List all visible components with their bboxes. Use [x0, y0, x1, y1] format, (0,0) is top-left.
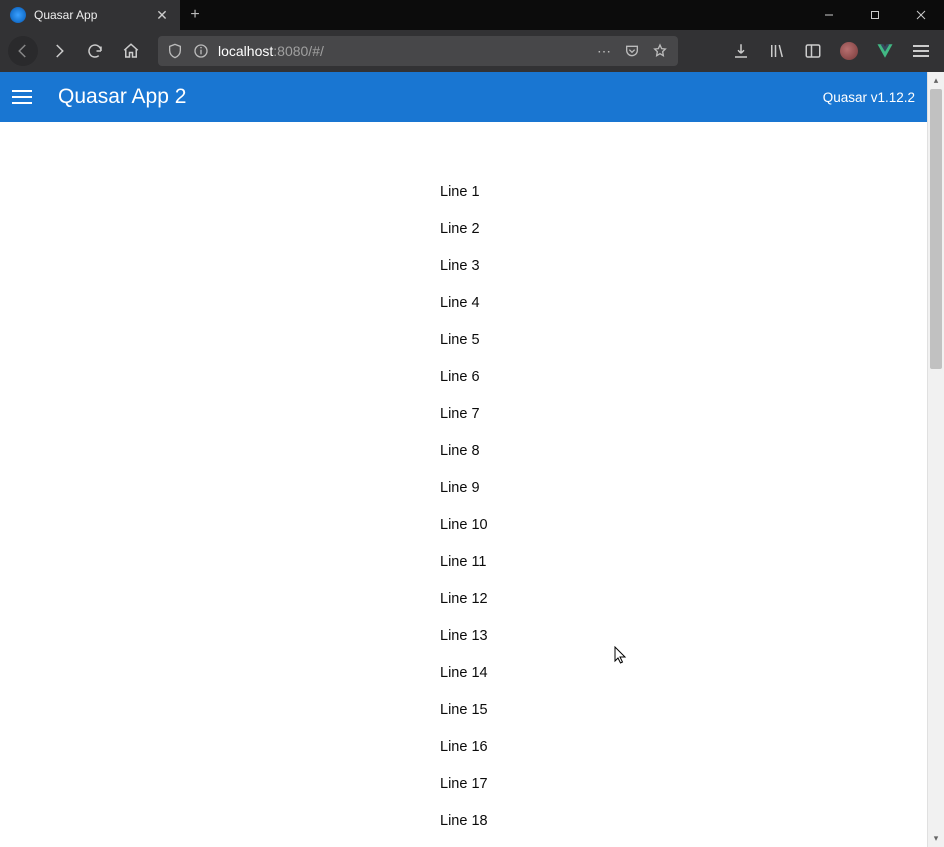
list-item: Line 3: [440, 248, 488, 285]
url-host: localhost: [218, 43, 273, 59]
list-item: Line 19: [440, 840, 488, 847]
scroll-up-icon[interactable]: ▴: [928, 72, 944, 89]
list-item: Line 4: [440, 285, 488, 322]
bookmark-star-icon[interactable]: [650, 43, 670, 59]
url-path: :8080/#/: [273, 43, 324, 59]
list-item: Line 1: [440, 174, 488, 211]
page-actions-icon[interactable]: ⋯: [594, 43, 614, 60]
list-item: Line 14: [440, 655, 488, 692]
close-tab-icon[interactable]: ✕: [154, 7, 170, 23]
site-info-icon[interactable]: [192, 42, 210, 60]
maximize-icon[interactable]: [852, 0, 898, 30]
new-tab-button[interactable]: +: [180, 0, 210, 30]
list-item: Line 6: [440, 359, 488, 396]
list-item: Line 5: [440, 322, 488, 359]
cursor-icon: [614, 646, 628, 666]
tracking-shield-icon[interactable]: [166, 42, 184, 60]
page-content: Quasar App 2 Quasar v1.12.2 Line 1Line 2…: [0, 72, 927, 847]
window-controls: [806, 0, 944, 30]
list-item: Line 12: [440, 581, 488, 618]
back-button[interactable]: [8, 36, 38, 66]
sidebar-toggle-icon[interactable]: [798, 36, 828, 66]
minimize-icon[interactable]: [806, 0, 852, 30]
close-window-icon[interactable]: [898, 0, 944, 30]
window-titlebar: Quasar App ✕ +: [0, 0, 944, 30]
browser-toolbar: localhost:8080/#/ ⋯: [0, 30, 944, 72]
scrollbar-thumb[interactable]: [930, 89, 942, 369]
titlebar-spacer: [210, 0, 806, 30]
list-item: Line 17: [440, 766, 488, 803]
scroll-down-icon[interactable]: ▾: [928, 830, 944, 847]
downloads-icon[interactable]: [726, 36, 756, 66]
list-item: Line 18: [440, 803, 488, 840]
browser-tab[interactable]: Quasar App ✕: [0, 0, 180, 30]
reload-button[interactable]: [80, 36, 110, 66]
list-item: Line 9: [440, 470, 488, 507]
browser-viewport: Quasar App 2 Quasar v1.12.2 Line 1Line 2…: [0, 72, 944, 847]
list-item: Line 16: [440, 729, 488, 766]
url-text: localhost:8080/#/: [218, 43, 586, 59]
forward-button[interactable]: [44, 36, 74, 66]
list-item: Line 15: [440, 692, 488, 729]
scrollbar-track[interactable]: [928, 89, 944, 830]
app-title: Quasar App 2: [58, 85, 186, 109]
library-icon[interactable]: [762, 36, 792, 66]
list-item: Line 7: [440, 396, 488, 433]
app-header: Quasar App 2 Quasar v1.12.2: [0, 72, 927, 122]
url-bar[interactable]: localhost:8080/#/ ⋯: [158, 36, 678, 66]
home-button[interactable]: [116, 36, 146, 66]
list-item: Line 2: [440, 211, 488, 248]
tab-favicon-icon: [10, 7, 26, 23]
vue-devtools-icon[interactable]: [870, 36, 900, 66]
list-item: Line 10: [440, 507, 488, 544]
tab-title: Quasar App: [34, 8, 146, 22]
lines-list: Line 1Line 2Line 3Line 4Line 5Line 6Line…: [440, 174, 488, 847]
pocket-icon[interactable]: [622, 43, 642, 59]
app-menu-icon[interactable]: [906, 36, 936, 66]
vertical-scrollbar[interactable]: ▴ ▾: [927, 72, 944, 847]
drawer-toggle-button[interactable]: [12, 82, 42, 112]
list-item: Line 11: [440, 544, 488, 581]
app-version: Quasar v1.12.2: [823, 90, 915, 105]
list-item: Line 13: [440, 618, 488, 655]
page-body: Line 1Line 2Line 3Line 4Line 5Line 6Line…: [0, 122, 927, 847]
list-item: Line 8: [440, 433, 488, 470]
profile-avatar-icon[interactable]: [834, 36, 864, 66]
